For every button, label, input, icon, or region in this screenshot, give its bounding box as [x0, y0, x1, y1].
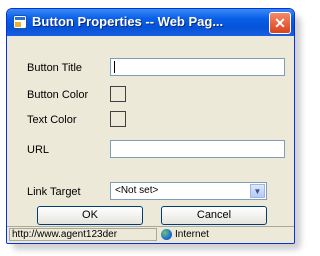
button-title-label: Button Title	[27, 62, 83, 74]
link-target-label: Link Target	[27, 186, 81, 198]
title-bar[interactable]: Button Properties -- Web Pag... ✕	[7, 9, 294, 36]
button-color-label: Button Color	[27, 89, 89, 101]
button-color-picker[interactable]	[110, 86, 126, 102]
close-button[interactable]: ✕	[269, 12, 291, 34]
url-input[interactable]	[110, 140, 285, 158]
link-target-select[interactable]: <Not set> ▼	[110, 182, 267, 200]
zone-label: Internet	[175, 229, 209, 240]
window-title: Button Properties -- Web Pag...	[32, 14, 224, 29]
status-bar: http://www.agent123der Internet	[7, 226, 294, 243]
chevron-down-icon[interactable]: ▼	[250, 184, 265, 198]
security-zone: Internet	[161, 228, 209, 241]
status-url: http://www.agent123der	[9, 228, 157, 241]
text-color-picker[interactable]	[110, 111, 126, 127]
button-title-input[interactable]	[110, 58, 285, 76]
ok-button[interactable]: OK	[37, 206, 143, 225]
link-target-value: <Not set>	[115, 185, 159, 196]
text-caret	[114, 61, 115, 73]
internet-explorer-icon	[13, 15, 27, 29]
globe-icon	[161, 229, 172, 240]
cancel-button[interactable]: Cancel	[161, 206, 267, 225]
dialog-window: Button Properties -- Web Pag... ✕ Button…	[6, 8, 295, 244]
close-icon: ✕	[274, 15, 286, 31]
text-color-label: Text Color	[27, 114, 77, 126]
url-label: URL	[27, 144, 50, 156]
